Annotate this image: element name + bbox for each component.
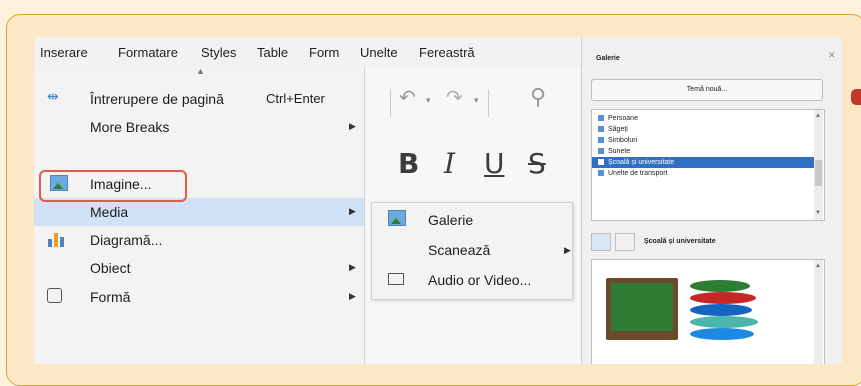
gallery-preview-area: ▲	[591, 259, 825, 364]
new-theme-button[interactable]: Temă nouă...	[591, 79, 823, 101]
submenu-item-gallery[interactable]: Galerie	[372, 205, 572, 235]
submenu-item-label: Audio or Video...	[428, 272, 532, 288]
menu-item-label: Diagramă...	[90, 232, 163, 248]
checkbox-icon	[598, 115, 604, 122]
gallery-panel: Galerie ✕ Temă nouă... Persoane Săgeți S…	[581, 37, 842, 364]
theme-item-selected[interactable]: Școală și universitate	[592, 157, 814, 168]
menu-table[interactable]: Table	[257, 45, 288, 60]
theme-label: Școală și universitate	[608, 159, 675, 166]
strikethrough-button[interactable]: S	[528, 147, 546, 180]
menu-fereastra[interactable]: Fereastră	[419, 45, 475, 60]
menu-item-more-breaks[interactable]: More Breaks ▶	[34, 113, 364, 141]
menu-item-shortcut: Ctrl+Enter	[266, 91, 325, 106]
close-icon[interactable]: ✕	[828, 50, 836, 61]
current-theme-label: Școală și universitate	[644, 238, 716, 245]
chart-icon	[48, 233, 66, 247]
scroll-down-icon[interactable]: ▼	[815, 210, 821, 216]
audio-video-icon	[388, 273, 404, 285]
theme-item[interactable]: Sunete	[592, 146, 814, 157]
scroll-thumb[interactable]	[815, 160, 822, 186]
submenu-arrow-icon: ▶	[349, 291, 356, 301]
theme-item[interactable]: Simboluri	[592, 135, 814, 146]
undo-icon[interactable]: ↶	[399, 85, 416, 110]
find-replace-icon[interactable]: ⚲	[530, 84, 546, 110]
submenu-arrow-icon: ▶	[349, 262, 356, 272]
menu-item-label: Întrerupere de pagină	[90, 91, 224, 107]
submenu-arrow-icon: ▶	[349, 206, 356, 216]
menu-item-media[interactable]: Media ▶	[34, 198, 364, 226]
theme-label: Simboluri	[608, 137, 638, 144]
icon-view-button[interactable]	[591, 233, 611, 251]
shape-icon	[47, 288, 62, 303]
chalkboard-image[interactable]	[606, 278, 678, 340]
gallery-title: Galerie	[596, 55, 620, 62]
theme-label: Persoane	[608, 115, 638, 122]
menu-form[interactable]: Form	[309, 45, 339, 60]
submenu-arrow-icon: ▶	[349, 121, 356, 131]
menu-item-chart[interactable]: Diagramă...	[34, 226, 364, 254]
media-submenu: Galerie Scanează ▶ Audio or Video...	[371, 202, 573, 300]
checkbox-icon	[598, 148, 604, 155]
theme-item[interactable]: Persoane	[592, 113, 814, 124]
theme-label: Săgeți	[608, 126, 628, 133]
theme-list: Persoane Săgeți Simboluri Sunete Școală …	[591, 109, 825, 221]
screenshot: Inserare Formatare Styles Table Form Une…	[34, 37, 842, 364]
submenu-arrow-icon: ▶	[564, 245, 571, 255]
image-item-highlight-outline	[39, 170, 187, 202]
gallery-scrollbar[interactable]: ▲	[814, 260, 823, 364]
toolbar-separator	[488, 89, 489, 117]
theme-label: Unelte de transport	[608, 170, 668, 177]
gallery-icon	[388, 210, 406, 226]
redo-dropdown-icon[interactable]: ▾	[474, 95, 479, 106]
scroll-up-icon[interactable]: ▲	[196, 66, 205, 76]
submenu-item-label: Galerie	[428, 212, 474, 228]
menu-item-page-break[interactable]: ⇹ Întrerupere de pagină Ctrl+Enter	[34, 85, 364, 113]
scroll-up-icon[interactable]: ▲	[815, 263, 821, 269]
theme-item[interactable]: Unelte de transport	[592, 168, 814, 179]
menu-formatare[interactable]: Formatare	[118, 45, 178, 60]
menu-item-shape[interactable]: Formă ▶	[34, 283, 364, 311]
menu-item-label: Obiect	[90, 260, 131, 276]
books-image[interactable]	[690, 280, 762, 350]
undo-dropdown-icon[interactable]: ▾	[426, 95, 431, 106]
menu-item-object[interactable]: Obiect ▶	[34, 254, 364, 282]
checkbox-icon	[598, 137, 604, 144]
checkbox-icon	[598, 170, 604, 177]
underline-button[interactable]: U	[484, 147, 505, 180]
submenu-item-scan[interactable]: Scanează ▶	[372, 235, 572, 265]
menu-bar: Inserare Formatare Styles Table Form Une…	[34, 37, 594, 68]
theme-list-scrollbar[interactable]: ▲ ▼	[814, 110, 823, 220]
theme-item[interactable]: Săgeți	[592, 124, 814, 135]
menu-unelte[interactable]: Unelte	[360, 45, 398, 60]
menu-styles[interactable]: Styles	[201, 45, 236, 60]
italic-button[interactable]: I	[444, 147, 455, 180]
menu-item-label: More Breaks	[90, 119, 170, 135]
toolbar-separator	[390, 89, 391, 117]
scroll-up-icon[interactable]: ▲	[815, 113, 821, 119]
side-marker	[851, 89, 861, 105]
menu-inserare[interactable]: Inserare	[40, 45, 88, 60]
submenu-item-label: Scanează	[428, 242, 491, 258]
insert-menu: ▲ ⇹ Întrerupere de pagină Ctrl+Enter Mor…	[34, 66, 365, 364]
submenu-item-audio-video[interactable]: Audio or Video...	[372, 265, 572, 295]
page-break-icon: ⇹	[47, 88, 59, 104]
bold-button[interactable]: B	[398, 147, 419, 180]
menu-item-label: Media	[90, 204, 129, 220]
checkbox-icon	[598, 126, 604, 133]
menu-item-label: Formă	[90, 289, 131, 305]
redo-icon[interactable]: ↷	[446, 85, 463, 110]
checkbox-icon	[598, 159, 604, 166]
detail-view-button[interactable]	[615, 233, 635, 251]
theme-label: Sunete	[608, 148, 631, 155]
